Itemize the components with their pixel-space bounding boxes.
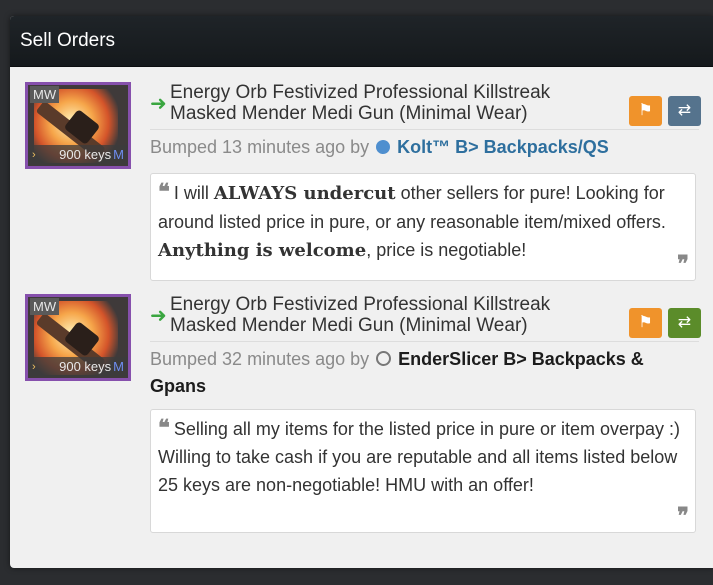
- flag-icon: ⚑: [638, 102, 653, 119]
- item-title[interactable]: Energy Orb Festivized Professional Kills…: [170, 82, 600, 124]
- price-label: 900 keys: [59, 147, 112, 162]
- listing-description: ❝ I will ALWAYS undercut other sellers fo…: [150, 173, 696, 281]
- price-suffix: M: [113, 147, 124, 162]
- quality-badge: MW: [30, 86, 60, 103]
- flag-button[interactable]: ⚑: [629, 96, 662, 126]
- panel-title: Sell Orders: [10, 16, 713, 67]
- bumped-text: Bumped 13 minutes ago by: [150, 137, 370, 157]
- offline-status-icon: [376, 351, 392, 366]
- killstreak-icon: ›: [32, 361, 36, 373]
- flag-icon: ⚑: [638, 314, 653, 331]
- exchange-icon: ⇄: [677, 102, 692, 119]
- killstreak-icon: ›: [32, 149, 36, 161]
- price-tag: › 900 keys M: [28, 357, 128, 377]
- desc-text-1: I will: [173, 183, 214, 203]
- item-thumbnail[interactable]: MW › 900 keys M: [25, 294, 131, 381]
- trade-offer-button[interactable]: ⇄: [668, 96, 701, 126]
- price-tag: › 900 keys M: [28, 145, 128, 165]
- desc-text-3: , price is negotiable!: [366, 240, 527, 260]
- exchange-icon: ⇄: [677, 314, 692, 331]
- bumped-info: Bumped 32 minutes ago by EnderSlicer B> …: [150, 346, 690, 400]
- quote-open-icon: ❝: [158, 415, 170, 441]
- desc-bold-1: ALWAYS undercut: [213, 183, 396, 204]
- item-thumbnail[interactable]: MW › 900 keys M: [25, 82, 131, 169]
- online-status-icon: [376, 140, 391, 154]
- sell-orders-panel: Sell Orders MW › 900 keys M ➜ Energy Orb …: [10, 16, 713, 568]
- price-suffix: M: [113, 359, 124, 374]
- quote-open-icon: ❝: [158, 179, 170, 205]
- listing-item: MW › 900 keys M ➜ Energy Orb Festivized P…: [25, 294, 710, 534]
- listing-item: MW › 900 keys M ➜ Energy Orb Festivized P…: [25, 82, 710, 282]
- desc-bold-2: Anything is welcome: [158, 240, 367, 261]
- trade-button[interactable]: ⇄: [668, 308, 701, 338]
- quality-badge: MW: [30, 298, 60, 315]
- seller-name-link[interactable]: Kolt™ B> Backpacks/QS: [397, 137, 609, 157]
- quote-close-icon: ❞: [677, 503, 689, 529]
- divider: [150, 341, 699, 342]
- divider: [150, 129, 699, 130]
- flag-button[interactable]: ⚑: [629, 308, 662, 338]
- arrow-right-icon: ➜: [150, 305, 167, 327]
- quote-close-icon: ❞: [677, 251, 689, 277]
- listing-description: ❝ Selling all my items for the listed pri…: [150, 409, 696, 533]
- item-title[interactable]: Energy Orb Festivized Professional Kills…: [170, 294, 600, 336]
- price-label: 900 keys: [59, 359, 112, 374]
- bumped-info: Bumped 13 minutes ago by Kolt™ B> Backpa…: [150, 134, 690, 161]
- bumped-text: Bumped 32 minutes ago by: [150, 349, 370, 369]
- arrow-right-icon: ➜: [150, 93, 167, 115]
- desc-text: Selling all my items for the listed pric…: [158, 419, 681, 495]
